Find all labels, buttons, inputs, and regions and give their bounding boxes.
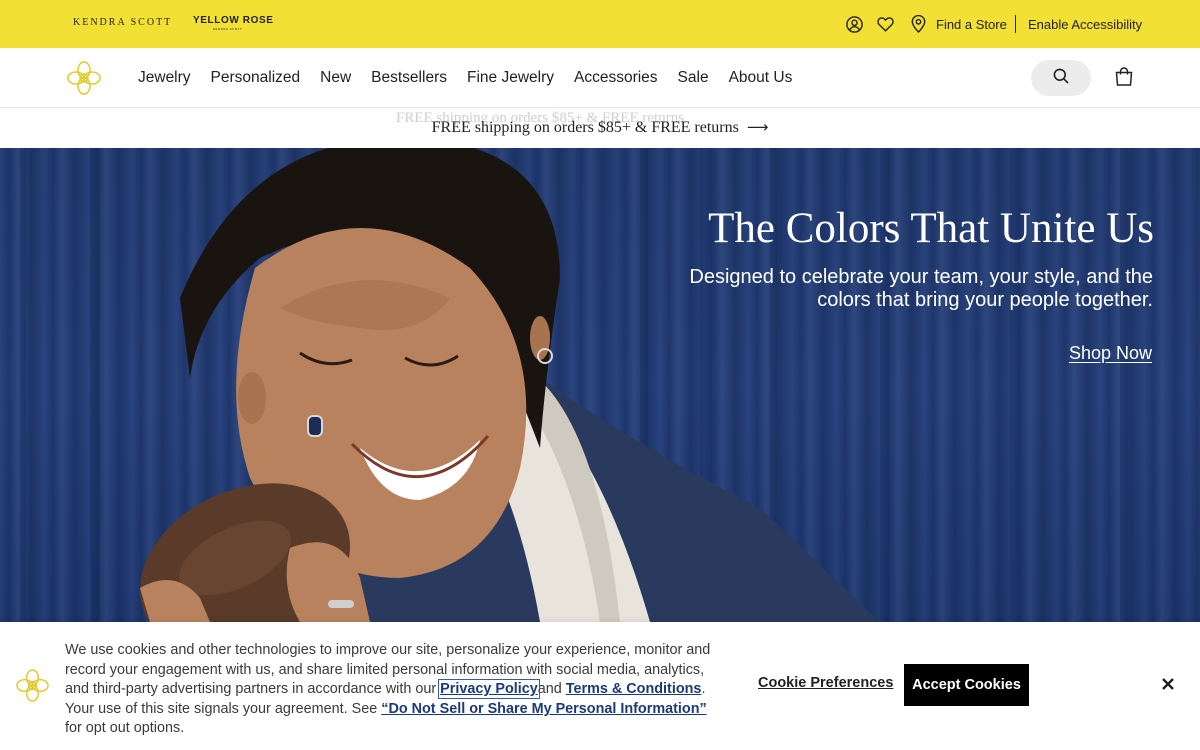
location-pin-icon: [909, 15, 927, 33]
search-icon: [1053, 68, 1069, 89]
category-menu: Jewelry Personalized New Bestsellers Fin…: [138, 48, 792, 108]
account-button[interactable]: [845, 0, 863, 48]
promo-text: FREE shipping on orders $85+ & FREE retu…: [431, 119, 739, 136]
kendra-scott-logo-icon[interactable]: [67, 61, 101, 95]
arrow-right-icon: ⟶: [746, 118, 769, 136]
accessibility-label: Enable Accessibility: [1028, 16, 1143, 32]
accept-cookies-button[interactable]: Accept Cookies: [904, 664, 1029, 706]
shopping-bag-button[interactable]: [1112, 67, 1136, 91]
close-banner-button[interactable]: [1158, 676, 1178, 696]
kendra-scott-logo-icon: [16, 669, 49, 702]
nav-item-about-us[interactable]: About Us: [729, 69, 793, 87]
cookie-preferences-button[interactable]: Cookie Preferences: [758, 675, 893, 691]
privacy-policy-link[interactable]: Privacy Policy: [438, 679, 540, 700]
terms-conditions-link[interactable]: Terms & Conditions: [566, 681, 702, 697]
nav-item-bestsellers[interactable]: Bestsellers: [371, 69, 447, 87]
nav-item-jewelry[interactable]: Jewelry: [138, 69, 191, 87]
main-navigation: Jewelry Personalized New Bestsellers Fin…: [0, 48, 1200, 108]
yellow-rose-brand-link[interactable]: YELLOW ROSE: [193, 15, 274, 26]
find-store-label: Find a Store: [936, 16, 1007, 32]
nav-item-fine-jewelry[interactable]: Fine Jewelry: [467, 69, 554, 87]
yellow-rose-brand-sub: KENDRA SCOTT: [213, 27, 243, 31]
shop-now-link[interactable]: Shop Now: [1069, 343, 1152, 364]
nav-item-personalized[interactable]: Personalized: [211, 69, 301, 87]
search-button[interactable]: [1031, 60, 1091, 96]
cookie-consent-banner: We use cookies and other technologies to…: [0, 622, 1200, 750]
nav-item-sale[interactable]: Sale: [678, 69, 709, 87]
nav-item-new[interactable]: New: [320, 69, 351, 87]
promo-message: FREE shipping on orders $85+ & FREE retu…: [0, 118, 1200, 137]
cookie-text-optout: for opt out options.: [65, 720, 185, 737]
divider: [1015, 15, 1016, 33]
cookie-text-and: and: [537, 681, 566, 698]
hero-subtitle: Designed to celebrate your team, your st…: [689, 266, 1153, 311]
heart-icon: [876, 15, 894, 33]
promo-banner[interactable]: FREE shipping on orders $85+ & FREE retu…: [0, 108, 1200, 148]
find-store-link[interactable]: Find a Store: [909, 0, 1007, 48]
close-icon: [1161, 677, 1175, 696]
kendra-scott-brand-link[interactable]: KENDRA SCOTT: [73, 17, 172, 28]
wishlist-button[interactable]: [876, 0, 894, 48]
hero-banner: The Colors That Unite Us Designed to cel…: [0, 148, 1200, 622]
hero-title: The Colors That Unite Us: [708, 205, 1154, 252]
shopping-bag-icon: [1115, 67, 1133, 91]
cookie-policy-text: We use cookies and other technologies to…: [65, 641, 725, 739]
account-icon: [845, 15, 863, 33]
nav-item-accessories[interactable]: Accessories: [574, 69, 658, 87]
enable-accessibility-link[interactable]: Enable Accessibility: [1028, 0, 1142, 48]
utility-bar: KENDRA SCOTT YELLOW ROSE KENDRA SCOTT Fi…: [0, 0, 1200, 48]
do-not-sell-link[interactable]: “Do Not Sell or Share My Personal Inform…: [381, 701, 706, 717]
